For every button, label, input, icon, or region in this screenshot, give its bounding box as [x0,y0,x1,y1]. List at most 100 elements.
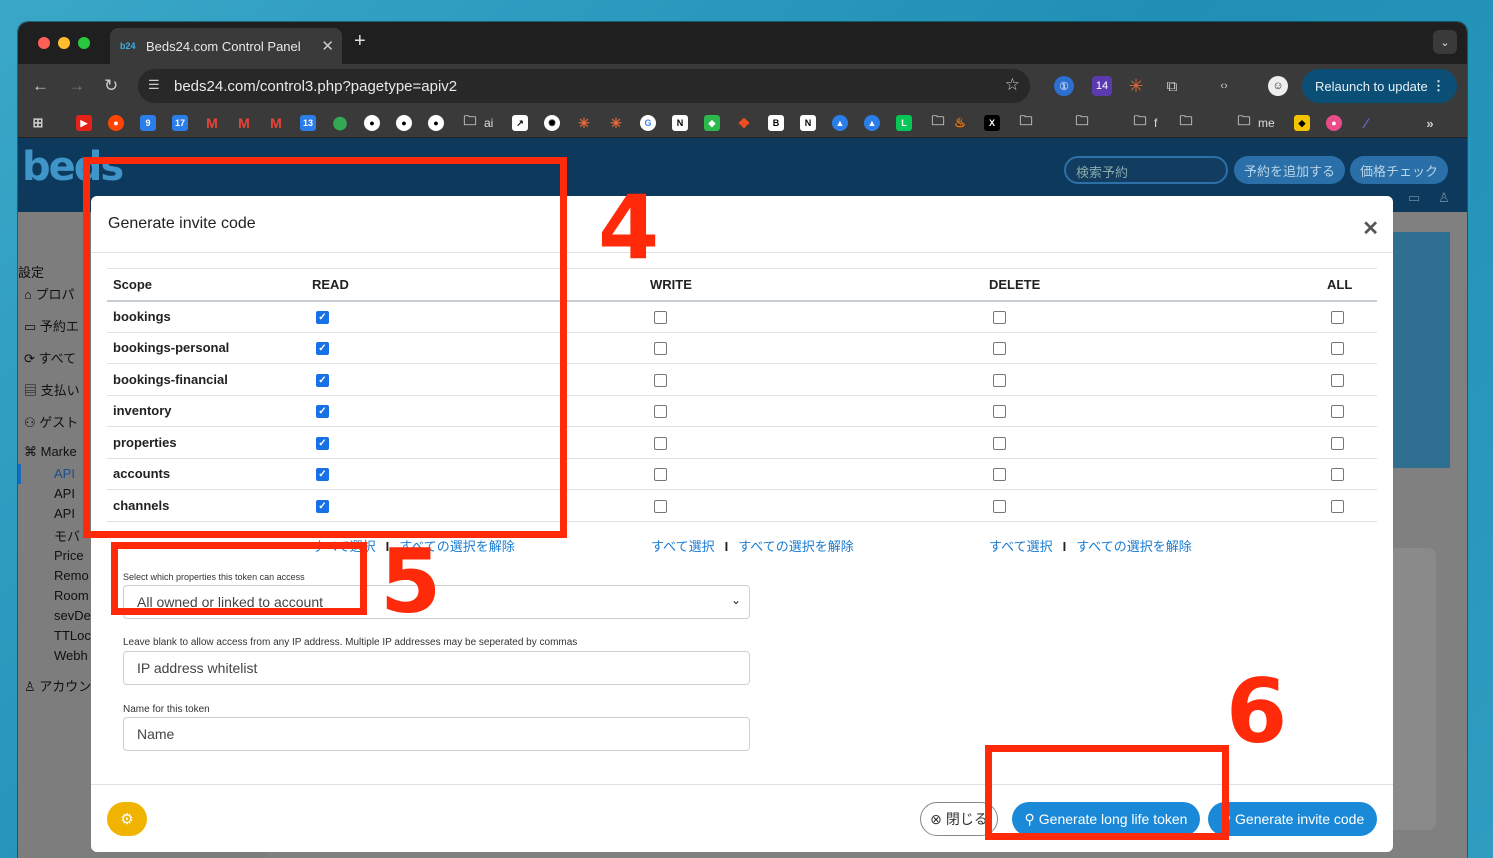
claude-icon[interactable]: ✳ [576,115,592,131]
sidebar-subitem[interactable]: モバ [54,526,80,545]
sidebar-subitem[interactable]: API [54,486,75,501]
openai-icon[interactable]: ✺ [544,115,560,131]
relaunch-button[interactable]: Relaunch to update ⋮ [1302,69,1457,103]
notion-icon[interactable]: N [672,115,688,131]
sidebar-item-guests[interactable]: ⚇ ゲスト [24,412,78,431]
all-checkbox[interactable] [1331,468,1344,482]
sidebar-subitem[interactable]: API [54,466,75,481]
figma-icon[interactable]: ❖ [736,115,752,131]
add-booking-button[interactable]: 予約を追加する [1234,156,1346,184]
password-manager-icon[interactable]: ① [1054,76,1074,96]
sidebar-subitem[interactable]: API [54,506,75,521]
close-window-button[interactable] [38,37,50,49]
linear-icon[interactable]: ⁄ [1358,115,1374,131]
github-icon[interactable]: ● [428,115,444,131]
user-icon[interactable]: ♙ [1438,190,1450,206]
folder-icon[interactable]: 🗀 [462,113,478,131]
google-icon[interactable]: G [640,115,656,131]
select-all-link[interactable]: すべて選択 [651,539,715,554]
delete-checkbox[interactable] [993,342,1006,356]
calendar-icon[interactable]: 17 [172,115,188,131]
maximize-window-button[interactable] [78,37,90,49]
gmail-icon[interactable]: M [236,115,252,131]
ip-whitelist-input[interactable]: IP address whitelist [123,651,750,685]
calendar-icon[interactable]: 9 [140,115,156,131]
browser-tab[interactable]: b24 Beds24.com Control Panel ✕ [110,28,342,64]
delete-checkbox[interactable] [993,311,1006,325]
generate-invite-code-button[interactable]: ⚲ Generate invite code [1208,802,1377,836]
sidebar-subitem[interactable]: TTLoc [54,628,91,643]
extension-badge-icon[interactable]: 14 [1092,76,1112,96]
write-checkbox[interactable] [654,311,667,325]
profile-avatar[interactable]: ☺ [1268,76,1288,96]
tab-search-icon[interactable]: ⌄ [1433,30,1457,54]
reload-icon[interactable]: ↻ [104,76,118,96]
delete-checkbox[interactable] [993,373,1006,387]
sidebar-subitem[interactable]: Remo [54,568,89,583]
all-checkbox[interactable] [1331,373,1344,387]
calendar-icon[interactable]: 13 [300,115,316,131]
address-bar[interactable]: ☰ beds24.com/control3.php?pagetype=apiv2… [138,69,1030,103]
drive-icon[interactable]: ▲ [832,115,848,131]
deselect-all-link[interactable]: すべての選択を解除 [1076,539,1192,554]
sidebar-item-marketplace[interactable]: ⌘ Marke [24,444,77,460]
devtools-icon[interactable]: ‹› [1214,76,1234,96]
folder-icon[interactable]: 🗀 [930,113,946,131]
line-icon[interactable]: L [896,115,912,131]
fire-icon[interactable]: ♨ [952,115,968,131]
folder-icon[interactable]: 🗀 [1132,113,1148,131]
select-all-link[interactable]: すべて選択 [989,539,1053,554]
more-bookmarks-icon[interactable]: » [1422,115,1438,131]
folder-icon[interactable]: 🗀 [1074,113,1090,131]
write-checkbox[interactable] [654,499,667,513]
write-checkbox[interactable] [654,342,667,356]
github-icon[interactable]: ● [396,115,412,131]
claude-icon[interactable]: ✳ [1126,76,1146,96]
write-checkbox[interactable] [654,405,667,419]
delete-checkbox[interactable] [993,405,1006,419]
all-checkbox[interactable] [1331,311,1344,325]
delete-checkbox[interactable] [993,436,1006,450]
bookmark-b-icon[interactable]: B [768,115,784,131]
folder-icon[interactable]: 🗀 [1236,113,1252,131]
sidebar-subitem[interactable]: Price [54,548,84,563]
bookmark-star-icon[interactable]: ☆ [1005,75,1020,95]
notion-icon[interactable]: N [800,115,816,131]
new-tab-icon[interactable]: + [354,30,366,53]
all-checkbox[interactable] [1331,436,1344,450]
write-checkbox[interactable] [654,468,667,482]
sidebar-item-payments[interactable]: ▤ 支払い [24,380,80,399]
sidebar-item-account[interactable]: ♙ アカウン [24,676,91,695]
all-checkbox[interactable] [1331,499,1344,513]
all-checkbox[interactable] [1331,405,1344,419]
token-name-input[interactable]: Name [123,717,750,751]
all-checkbox[interactable] [1331,342,1344,356]
delete-checkbox[interactable] [993,499,1006,513]
extensions-icon[interactable]: ⧉ [1162,76,1182,96]
gmail-icon[interactable]: M [204,115,220,131]
sidebar-subitem[interactable]: sevDe [54,608,91,623]
github-icon[interactable]: ● [364,115,380,131]
bookmark-folder-label[interactable]: me [1258,116,1275,130]
bookmark-icon[interactable]: ◆ [1294,115,1310,131]
sidebar-item-bookings[interactable]: ▭ 予約エ [24,316,79,335]
write-checkbox[interactable] [654,436,667,450]
sidebar-subitem[interactable]: Room [54,588,89,603]
maps-icon[interactable]: ⬤ [332,115,348,131]
apps-grid-icon[interactable]: ⊞ [30,115,46,131]
folder-icon[interactable]: 🗀 [1018,113,1034,131]
dribbble-icon[interactable]: ● [1326,115,1342,131]
feedly-icon[interactable]: ◆ [704,115,720,131]
bookmark-folder-label[interactable]: f [1154,116,1157,130]
claude-icon[interactable]: ✳ [608,115,624,131]
x-icon[interactable]: X [984,115,1000,131]
delete-checkbox[interactable] [993,468,1006,482]
write-checkbox[interactable] [654,373,667,387]
bookmark-folder-label[interactable]: ai [484,116,493,130]
minimize-window-button[interactable] [58,37,70,49]
folder-icon[interactable]: 🗀 [1178,113,1194,131]
gear-icon[interactable]: ⚙ [107,802,147,836]
close-tab-icon[interactable]: ✕ [321,37,334,55]
youtube-icon[interactable]: ▶ [76,115,92,131]
monitor-icon[interactable]: ▭ [1408,190,1420,206]
